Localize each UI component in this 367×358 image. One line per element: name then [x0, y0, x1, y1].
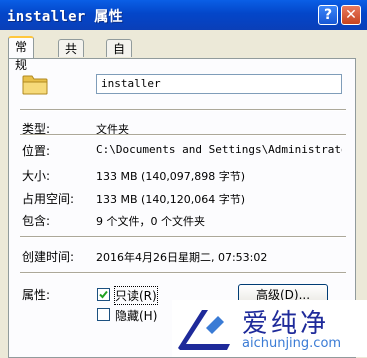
- created-label: 创建时间:: [22, 250, 75, 264]
- check-icon: [99, 290, 108, 299]
- close-button[interactable]: ✕: [341, 5, 361, 25]
- watermark: 爱纯净 aichunjing.com: [172, 300, 367, 357]
- help-icon: ?: [323, 7, 333, 23]
- tab-customize[interactable]: 自定义: [106, 39, 133, 92]
- hidden-checkbox[interactable]: [97, 308, 110, 321]
- separator: [20, 109, 346, 111]
- readonly-checkbox[interactable]: [97, 288, 110, 301]
- watermark-url: aichunjing.com: [242, 336, 342, 351]
- attributes-label: 属性:: [22, 288, 51, 302]
- separator: [20, 134, 346, 136]
- window-title: installer 属性: [7, 9, 123, 25]
- contains-label: 包含:: [22, 214, 51, 228]
- readonly-label[interactable]: 只读(R): [114, 286, 158, 305]
- watermark-logo-icon: [178, 310, 230, 350]
- size-on-disk-label: 占用空间:: [22, 192, 75, 206]
- separator: [20, 272, 346, 274]
- location-value: C:\Documents and Settings\Administrator\…: [96, 143, 342, 156]
- size-on-disk-value: 133 MB (140,120,064 字节): [96, 193, 246, 206]
- tab-sharing[interactable]: 共享: [58, 39, 85, 74]
- location-label: 位置:: [22, 144, 51, 158]
- folder-name-field[interactable]: installer: [96, 74, 342, 94]
- separator: [20, 236, 346, 238]
- size-label: 大小:: [22, 169, 51, 183]
- tab-general[interactable]: 常规: [8, 36, 35, 72]
- help-button[interactable]: ?: [318, 5, 338, 25]
- watermark-text: 爱纯净: [242, 309, 330, 339]
- hidden-label[interactable]: 隐藏(H): [115, 307, 157, 324]
- close-icon: ✕: [345, 7, 357, 23]
- created-value: 2016年4月26日星期二, 07:53:02: [96, 251, 268, 264]
- size-value: 133 MB (140,097,898 字节): [96, 170, 246, 183]
- contains-value: 9 个文件，0 个文件夹: [96, 215, 205, 228]
- folder-icon: [22, 72, 48, 96]
- title-bar[interactable]: installer 属性 ? ✕: [0, 0, 367, 30]
